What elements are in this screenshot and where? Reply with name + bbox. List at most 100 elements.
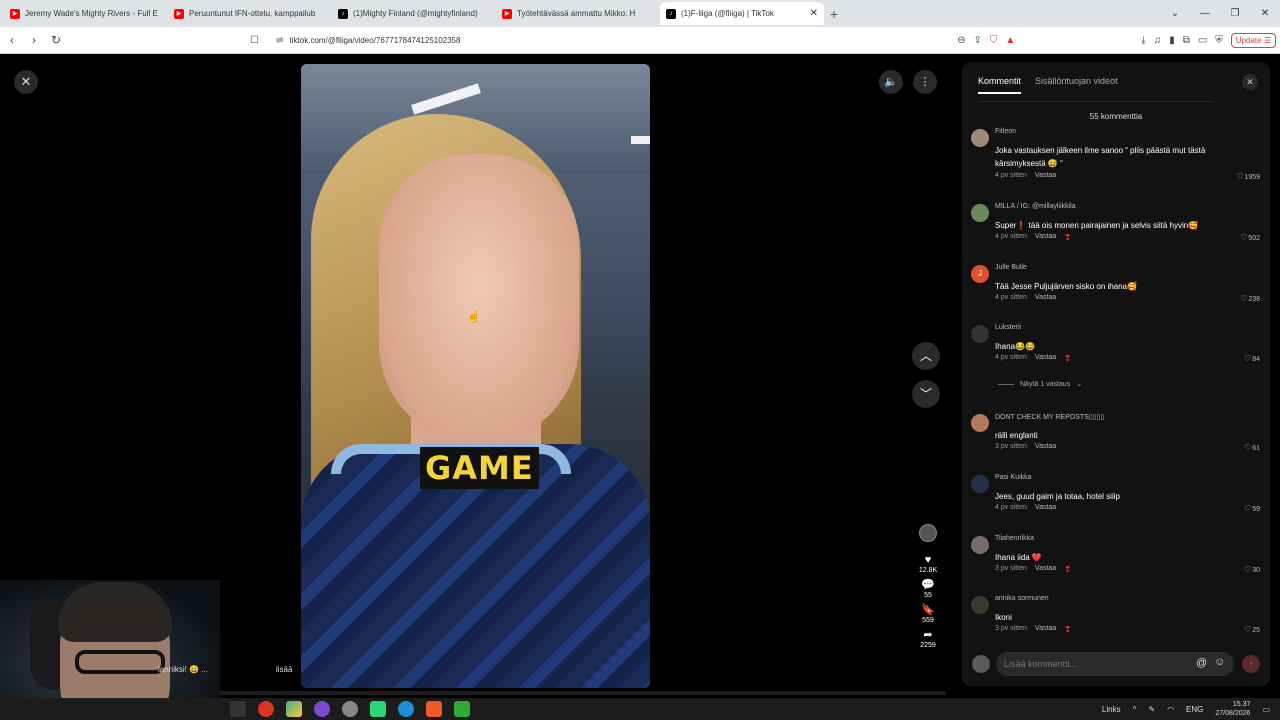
url-bar[interactable]: ☐ ⇌ tiktok.com/@fliiga/video/76771784741… (250, 30, 948, 50)
forward-icon[interactable]: › (24, 33, 44, 47)
reply-button[interactable]: Vastaa (1035, 565, 1056, 574)
notification-icon[interactable]: ▭ (1262, 705, 1270, 714)
browser-tab[interactable]: ▶ Työtehtävässä ammattu Mikko: H (496, 2, 660, 25)
minimize-button[interactable]: — (1190, 8, 1220, 19)
media-icon[interactable]: ♫ (1154, 35, 1162, 46)
browser-tab[interactable]: ♪ (1)F-liiga (@fliiga) | TikTok ✕ (660, 2, 824, 25)
show-replies-button[interactable]: Näytä 1 vastaus ⌄ (998, 380, 1082, 388)
next-video-button[interactable]: ﹀ (912, 380, 940, 408)
comment-like-count: 84 (1252, 356, 1260, 363)
reply-button[interactable]: Vastaa (1035, 172, 1056, 179)
comment-like-button[interactable]: ♡84 (1244, 354, 1260, 363)
commenter-name[interactable]: DONT CHECK MY REPOSTS▯▯▯▯ (995, 413, 1104, 421)
description-more-link[interactable]: lisää (276, 665, 292, 674)
opera-icon[interactable] (258, 701, 274, 717)
tab-comments[interactable]: Kommentit (978, 76, 1022, 94)
previous-video-button[interactable]: ︿ (912, 342, 940, 370)
like-action[interactable]: ♥ 12.8K (919, 554, 937, 574)
reply-button[interactable]: Vastaa (1035, 233, 1056, 242)
commenter-avatar[interactable] (971, 475, 989, 493)
commenter-name[interactable]: MILLA / IG: @millayliikkila (995, 203, 1076, 210)
window-controls: ⌄ — ❐ ✕ (1160, 0, 1280, 27)
task-view-icon[interactable] (230, 701, 246, 717)
reply-button[interactable]: Vastaa (1035, 443, 1056, 450)
comment-like-button[interactable]: ♡238 (1240, 294, 1260, 303)
commenter-avatar[interactable] (971, 596, 989, 614)
creator-avatar[interactable] (919, 524, 937, 542)
edge-icon[interactable] (398, 701, 414, 717)
tab-creator-videos[interactable]: Sisällöntuojan videot (1035, 76, 1118, 94)
app-icon[interactable] (314, 701, 330, 717)
app-icon[interactable] (370, 701, 386, 717)
vpn-icon[interactable]: ⛨ (1215, 35, 1223, 46)
commenter-avatar[interactable] (971, 414, 989, 432)
close-video-button[interactable]: ✕ (14, 70, 38, 94)
comment-like-button[interactable]: ♡25 (1244, 625, 1260, 634)
save-action[interactable]: 🔖 559 (921, 604, 935, 624)
emoji-icon[interactable]: ☺ (1214, 656, 1225, 668)
extensions-icon[interactable]: ⧉ (1183, 35, 1190, 46)
commenter-avatar[interactable] (971, 325, 989, 343)
browser-tab[interactable]: ♪ (1)Mighty Finland (@mightyfinland) (332, 2, 496, 25)
commenter-avatar[interactable]: J (971, 265, 989, 283)
commenter-avatar[interactable] (971, 204, 989, 222)
rewards-icon[interactable]: ▲ (1005, 35, 1015, 46)
comment-like-button[interactable]: ♡61 (1244, 443, 1260, 452)
share-icon[interactable]: ⇪ (973, 35, 981, 46)
browser-tab[interactable]: ▶ Peruuntunut IFN-ottelu, kamppailub (168, 2, 332, 25)
reply-button[interactable]: Vastaa (1035, 354, 1056, 363)
commenter-name[interactable]: annika sormunen (995, 595, 1049, 602)
share-action[interactable]: ➦ 2259 (920, 629, 936, 649)
reload-icon[interactable]: ↻ (46, 33, 66, 47)
language-indicator[interactable]: ENG (1186, 705, 1203, 714)
close-panel-button[interactable]: ✕ (1242, 74, 1258, 90)
download-icon[interactable]: ⤓ (1141, 35, 1145, 46)
clock[interactable]: 15.37 27/08/2026 (1215, 700, 1250, 718)
comment-like-button[interactable]: ♡1959 (1236, 172, 1260, 181)
close-window-button[interactable]: ✕ (1250, 8, 1280, 19)
media-player-icon[interactable] (454, 701, 470, 717)
reply-button[interactable]: Vastaa (1035, 625, 1056, 634)
site-info-icon[interactable]: ⇌ (276, 35, 284, 46)
send-button[interactable]: ↑ (1242, 655, 1260, 673)
wallet-icon[interactable]: ▭ (1198, 35, 1207, 46)
sidebar-icon[interactable]: ▮ (1169, 35, 1175, 46)
pen-icon[interactable]: ✎ (1148, 705, 1155, 714)
zoom-icon[interactable]: ⊖ (957, 35, 965, 46)
comment-action[interactable]: 💬 55 (921, 579, 935, 599)
bookmark-icon[interactable]: ☐ (250, 35, 259, 46)
update-button[interactable]: Update ☰ (1230, 32, 1276, 48)
comment-like-button[interactable]: ♡30 (1244, 565, 1260, 574)
tab-search-icon[interactable]: ⌄ (1160, 8, 1190, 19)
commenter-name[interactable]: Julle Bulle (995, 264, 1027, 271)
video-player[interactable] (301, 64, 650, 688)
maximize-button[interactable]: ❐ (1220, 8, 1250, 19)
browser-tab[interactable]: ▶ Jeremy Wade's Mighty Rivers - Full E (4, 2, 168, 25)
commenter-name[interactable]: Tiiahenriikka (995, 535, 1034, 542)
new-tab-button[interactable]: + (824, 6, 844, 22)
brave-icon[interactable] (426, 701, 442, 717)
chevron-up-icon[interactable]: ^ (1133, 705, 1137, 714)
links-toolbar[interactable]: Links (1102, 705, 1121, 714)
app-icon[interactable] (286, 701, 302, 717)
wifi-icon[interactable]: ◠ (1167, 705, 1174, 714)
commenter-name[interactable]: Fitleon (995, 128, 1016, 135)
shields-icon[interactable]: ⛉ (990, 35, 998, 46)
comment-like-button[interactable]: ♡59 (1244, 504, 1260, 513)
reply-button[interactable]: Vastaa (1035, 294, 1056, 301)
comment-text: Jees, guud gaim ja totaa, hotel siiip (995, 492, 1120, 501)
comment-like-button[interactable]: ♡502 (1240, 233, 1260, 242)
commenter-name[interactable]: Pasi Kuikka (995, 474, 1032, 481)
close-tab-icon[interactable]: ✕ (810, 8, 818, 19)
reply-button[interactable]: Vastaa (1035, 504, 1056, 511)
mention-icon[interactable]: @ (1196, 657, 1207, 669)
commenter-avatar[interactable] (971, 536, 989, 554)
video-person-face (379, 154, 579, 444)
volume-icon[interactable]: 🔈 (879, 70, 903, 94)
commenter-name[interactable]: Luksterii (995, 324, 1021, 331)
tab-strip: ▶ Jeremy Wade's Mighty Rivers - Full E ▶ Pe… (0, 0, 1280, 27)
app-icon[interactable] (342, 701, 358, 717)
back-icon[interactable]: ‹ (2, 33, 22, 47)
commenter-avatar[interactable] (971, 129, 989, 147)
more-options-icon[interactable]: ⋮ (913, 70, 937, 94)
